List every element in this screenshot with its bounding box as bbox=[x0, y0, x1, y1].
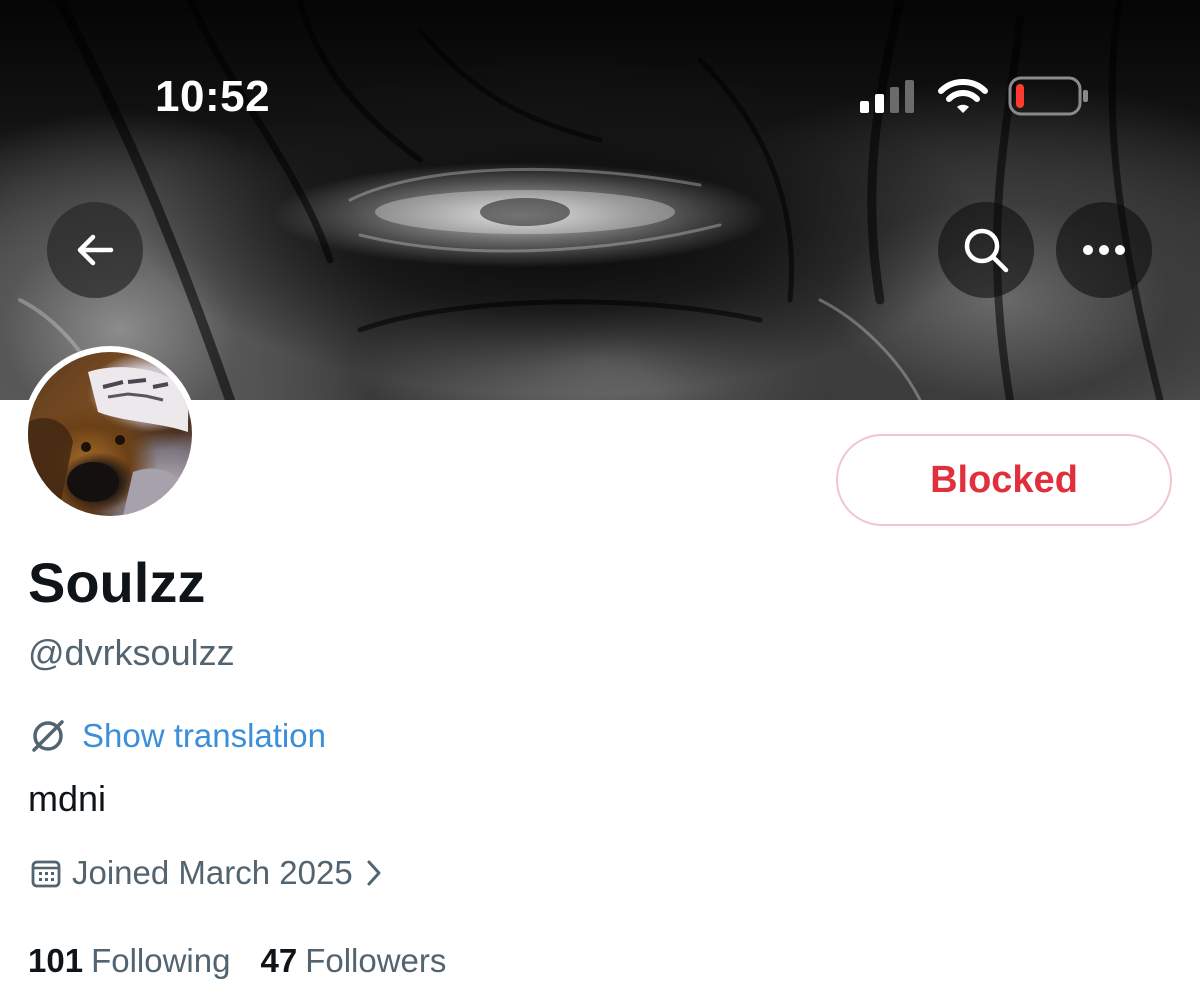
avatar-image bbox=[28, 352, 192, 516]
display-name: Soulzz bbox=[28, 551, 206, 614]
chevron-right-icon bbox=[367, 860, 381, 886]
back-button[interactable] bbox=[47, 202, 143, 298]
followers-count: 47 bbox=[260, 942, 298, 979]
search-button[interactable] bbox=[938, 202, 1034, 298]
followers-label: Followers bbox=[305, 942, 447, 979]
show-translation-row[interactable]: Show translation bbox=[28, 716, 326, 756]
followers-link[interactable]: 47 Followers bbox=[260, 942, 446, 980]
blocked-button[interactable]: Blocked bbox=[836, 434, 1172, 526]
cellular-signal-icon bbox=[858, 79, 918, 118]
more-button[interactable] bbox=[1056, 202, 1152, 298]
following-link[interactable]: 101 Following bbox=[28, 942, 230, 980]
profile-bio: mdni bbox=[28, 778, 107, 819]
follow-stats: 101 Following 47 Followers bbox=[28, 942, 446, 980]
battery-low-icon bbox=[1008, 76, 1090, 121]
banner-artwork bbox=[18, 0, 1164, 400]
profile-banner[interactable]: 10:52 bbox=[0, 0, 1200, 400]
joined-date: Joined March 2025 bbox=[72, 854, 353, 891]
status-time: 10:52 bbox=[155, 72, 271, 121]
user-handle: @dvrksoulzz bbox=[28, 632, 235, 673]
avatar[interactable] bbox=[22, 346, 198, 522]
more-horizontal-icon bbox=[1083, 245, 1125, 255]
status-icons bbox=[858, 76, 1090, 120]
following-label: Following bbox=[91, 942, 231, 979]
arrow-left-icon bbox=[77, 234, 114, 266]
joined-date-row[interactable]: Joined March 2025 bbox=[30, 854, 385, 892]
wifi-icon bbox=[938, 78, 988, 119]
show-translation-link[interactable]: Show translation bbox=[82, 717, 326, 755]
calendar-icon bbox=[31, 860, 61, 888]
following-count: 101 bbox=[28, 942, 84, 979]
search-icon bbox=[964, 228, 1009, 273]
translate-globe-icon bbox=[32, 720, 64, 752]
